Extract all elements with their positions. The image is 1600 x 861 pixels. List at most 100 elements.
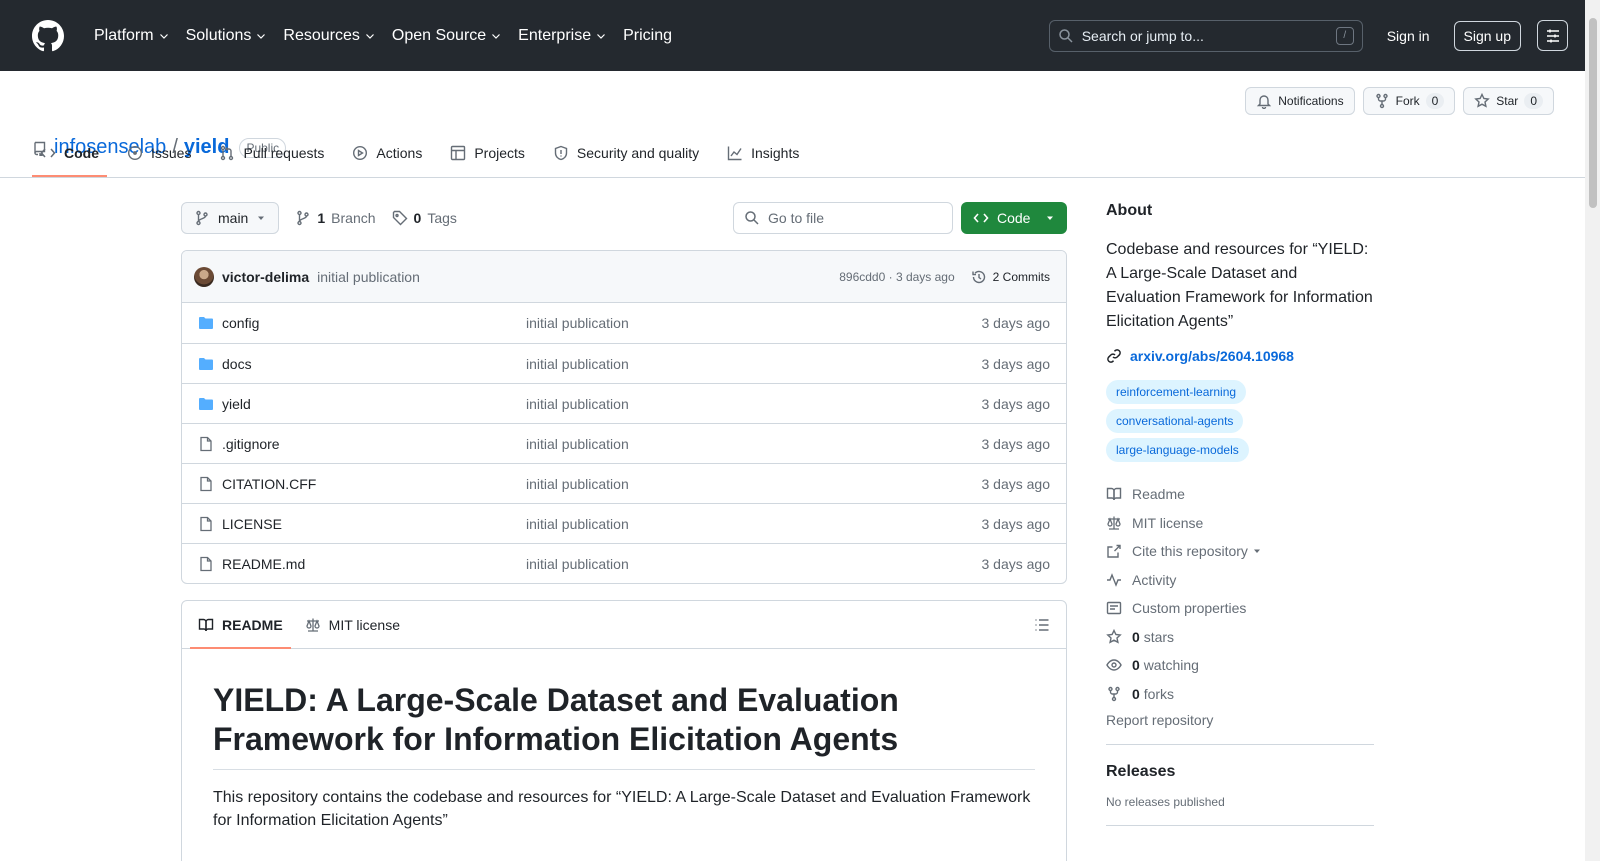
code-icon (973, 213, 989, 223)
activity-link[interactable]: Activity (1106, 566, 1374, 595)
global-nav: Platform Solutions Resources Open Source… (86, 20, 680, 52)
topic-tag[interactable]: large-language-models (1106, 438, 1249, 462)
commit-meta[interactable]: 896cdd0 · 3 days ago (839, 270, 954, 284)
forks-link[interactable]: 0 forks (1106, 680, 1374, 709)
nav-enterprise[interactable]: Enterprise (510, 20, 615, 52)
topic-tag[interactable]: conversational-agents (1106, 409, 1244, 433)
nav-pricing[interactable]: Pricing (615, 20, 680, 52)
file-date: 3 days ago (981, 555, 1051, 572)
custom-properties-link[interactable]: Custom properties (1106, 594, 1374, 623)
file-icon (200, 436, 212, 451)
tab-issues[interactable]: Issues (119, 129, 199, 177)
commit-author-link[interactable]: victor-delima (222, 269, 309, 285)
file-commit-message[interactable]: initial publication (526, 516, 982, 532)
tab-projects[interactable]: Projects (442, 129, 533, 177)
issue-icon (127, 145, 143, 161)
report-repository-link[interactable]: Report repository (1106, 712, 1374, 728)
file-commit-message[interactable]: initial publication (526, 476, 982, 492)
avatar[interactable] (194, 266, 214, 287)
tab-insights[interactable]: Insights (719, 129, 807, 177)
readme-intro: This repository contains the codebase an… (213, 789, 1031, 830)
file-link[interactable]: .gitignore (222, 436, 280, 452)
readme-link[interactable]: Readme (1106, 480, 1374, 509)
nav-label: Platform (94, 26, 154, 44)
site-menu-button[interactable] (1537, 20, 1568, 51)
watchers-link[interactable]: 0 watching (1106, 651, 1374, 680)
file-commit-message[interactable]: initial publication (526, 356, 982, 372)
about-heading: About (1106, 202, 1153, 219)
list-icon (1035, 618, 1049, 631)
branch-selector[interactable]: main (181, 202, 280, 234)
scrollbar-thumb[interactable] (1589, 18, 1597, 208)
file-link[interactable]: yield (222, 396, 251, 412)
nav-solutions[interactable]: Solutions (178, 20, 276, 52)
file-name-cell: docs (198, 356, 526, 372)
nav-resources[interactable]: Resources (275, 20, 383, 52)
commits-history-link[interactable]: 2 Commits (971, 269, 1050, 285)
file-date: 3 days ago (981, 395, 1051, 412)
stars-label: stars (1143, 628, 1175, 645)
search-icon (745, 211, 759, 225)
branches-link[interactable]: 1 Branch (295, 210, 376, 226)
book-icon (1106, 488, 1122, 501)
code-dropdown-button[interactable]: Code (961, 202, 1067, 234)
tab-security[interactable]: Security and quality (545, 129, 707, 177)
file-commit-message[interactable]: initial publication (526, 556, 982, 572)
fork-button[interactable]: Fork 0 (1362, 87, 1456, 115)
eye-icon (1106, 659, 1122, 671)
activity-label: Activity (1132, 571, 1177, 588)
go-to-file-input[interactable]: Go to file (733, 202, 953, 234)
cite-repository-button[interactable]: Cite this repository (1106, 537, 1374, 566)
file-link[interactable]: CITATION.CFF (222, 476, 316, 492)
file-commit-message[interactable]: initial publication (526, 436, 982, 452)
nav-open-source[interactable]: Open Source (384, 20, 510, 52)
tab-actions[interactable]: Actions (344, 129, 430, 177)
file-date: 3 days ago (981, 475, 1051, 492)
tab-readme[interactable]: README (190, 601, 291, 649)
tab-license[interactable]: MIT license (297, 601, 408, 648)
book-icon (198, 618, 214, 631)
branch-icon (196, 210, 208, 226)
table-row: README.md initial publication 3 days ago (182, 543, 1066, 583)
releases-heading[interactable]: Releases (1106, 763, 1374, 781)
page-scrollbar[interactable] (1585, 0, 1600, 861)
tab-code[interactable]: Code (32, 129, 107, 177)
tags-link[interactable]: 0 Tags (392, 210, 457, 226)
play-icon (353, 145, 368, 161)
pull-request-icon (221, 145, 234, 161)
file-link[interactable]: config (222, 315, 259, 331)
outline-button[interactable] (1034, 617, 1050, 633)
file-commit-message[interactable]: initial publication (526, 396, 982, 412)
star-button[interactable]: Star 0 (1463, 87, 1554, 115)
sign-in-link[interactable]: Sign in (1379, 28, 1438, 44)
topic-tag[interactable]: reinforcement-learning (1106, 380, 1247, 404)
homepage-link[interactable]: arxiv.org/abs/2604.10968 (1106, 348, 1374, 364)
law-icon (1107, 516, 1121, 530)
folder-icon (199, 357, 213, 370)
global-search-input[interactable]: Search or jump to... / (1048, 19, 1363, 52)
tab-label: Actions (376, 145, 423, 161)
file-link[interactable]: LICENSE (222, 516, 282, 532)
repo-content: main 1 Branch 0 Tags Go to file Code vic… (181, 202, 1067, 861)
tab-pull-requests[interactable]: Pull requests (211, 129, 332, 177)
tag-icon (392, 210, 408, 226)
file-name-cell: LICENSE (198, 516, 526, 532)
fork-label: Fork (1395, 94, 1420, 108)
chevron-down-icon (492, 33, 501, 39)
file-link[interactable]: docs (222, 356, 252, 372)
nav-label: Resources (283, 26, 360, 44)
table-row: CITATION.CFF initial publication 3 days … (182, 463, 1066, 503)
file-link[interactable]: README.md (222, 556, 305, 572)
cite-label: Cite this repository (1132, 543, 1248, 560)
nav-platform[interactable]: Platform (86, 20, 178, 52)
file-commit-message[interactable]: initial publication (526, 315, 982, 331)
notifications-button[interactable]: Notifications (1245, 87, 1355, 115)
github-logo-icon[interactable] (32, 19, 64, 52)
sign-up-button[interactable]: Sign up (1453, 20, 1521, 51)
watching-label: watching (1143, 657, 1199, 674)
caret-down-icon (1047, 216, 1053, 220)
stars-link[interactable]: 0 stars (1106, 623, 1374, 652)
commit-message-link[interactable]: initial publication (317, 269, 420, 285)
license-link[interactable]: MIT license (1106, 509, 1374, 538)
global-header: Platform Solutions Resources Open Source… (0, 0, 1600, 71)
